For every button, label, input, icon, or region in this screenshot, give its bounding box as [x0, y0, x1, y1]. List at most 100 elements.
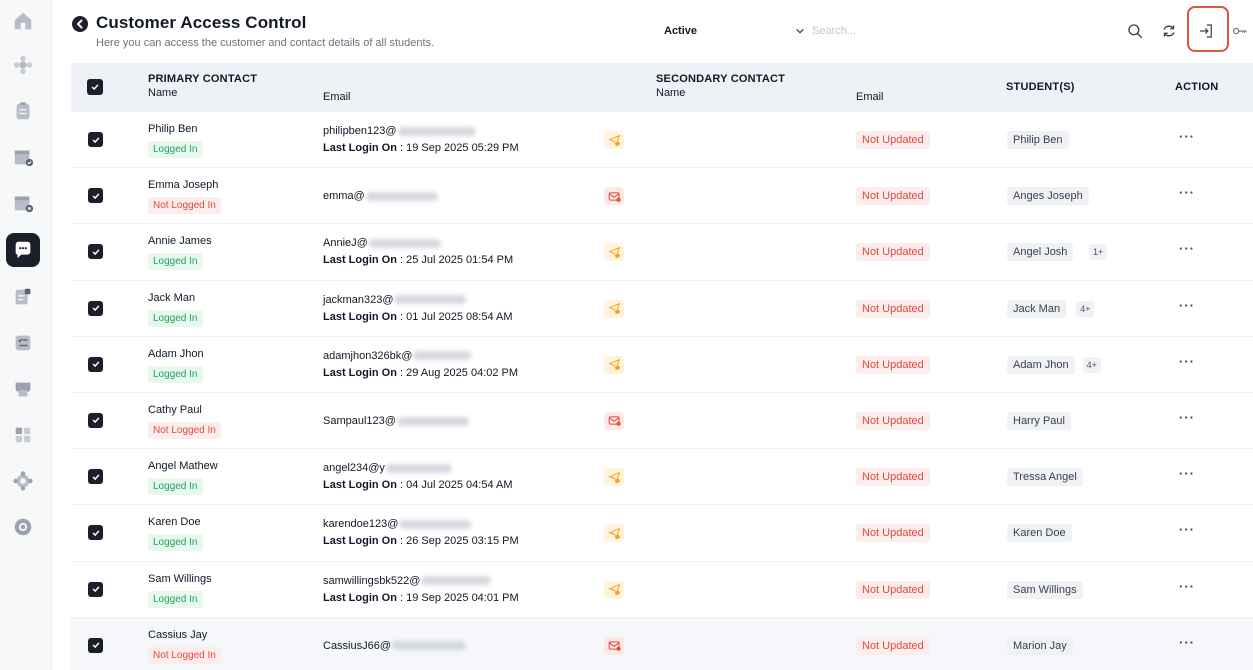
row-actions-menu[interactable]: ··· [1179, 298, 1195, 313]
calendar-settings-icon[interactable] [6, 186, 40, 220]
table-row[interactable]: Jack Man Logged In jackman323@ Last Logi… [71, 281, 1253, 337]
row-actions-menu[interactable]: ··· [1179, 410, 1195, 425]
table-row[interactable]: Emma Joseph Not Logged In emma@ Not Upda… [71, 168, 1253, 225]
more-students-badge[interactable]: 4+ [1082, 356, 1101, 373]
row-actions-menu[interactable]: ··· [1179, 466, 1195, 481]
email-column-label: Email [323, 91, 351, 103]
row-checkbox[interactable] [88, 132, 103, 147]
action-column-header: ACTION [1175, 81, 1218, 93]
row-checkbox[interactable] [88, 244, 103, 260]
student-tag: Tressa Angel [1007, 468, 1083, 487]
key-icon[interactable] [1226, 17, 1253, 45]
row-checkbox[interactable] [88, 581, 103, 597]
send-invite-icon[interactable] [604, 580, 624, 599]
secondary-email-status: Not Updated [856, 299, 930, 318]
last-login-label: Last Login On [323, 310, 397, 323]
status-filter-select[interactable]: Active [662, 20, 807, 42]
table-row[interactable]: Cathy Paul Not Logged In Sampaul123@ Not… [71, 393, 1253, 450]
secondary-email-status: Not Updated [856, 524, 930, 543]
mail-error-icon[interactable] [604, 187, 624, 206]
mail-error-icon[interactable] [604, 636, 624, 655]
home-icon[interactable] [6, 4, 40, 38]
refresh-icon[interactable] [1155, 17, 1183, 45]
store-icon[interactable] [6, 372, 40, 406]
login-icon[interactable] [1192, 17, 1220, 45]
settings-flower-icon[interactable] [6, 48, 40, 82]
last-login-info: Last Login On : 25 Jul 2025 01:54 PM [323, 254, 513, 266]
row-actions-menu[interactable]: ··· [1179, 129, 1195, 144]
table-header: PRIMARY CONTACT Name Email SECONDARY CON… [71, 63, 1253, 112]
table-body: Philip Ben Logged In philipben123@ Last … [71, 112, 1253, 670]
row-checkbox[interactable] [88, 188, 103, 204]
search-icon[interactable] [1121, 17, 1149, 45]
table-row[interactable]: Angel Mathew Logged In angel234@y Last L… [71, 449, 1253, 506]
secondary-email-column-header: Email [856, 89, 884, 103]
login-status-badge: Logged In [148, 309, 203, 327]
notes-icon[interactable] [6, 280, 40, 314]
contact-email: AnnieJ@ [323, 237, 441, 249]
send-invite-icon[interactable] [604, 524, 624, 543]
send-invite-icon[interactable] [604, 299, 624, 318]
back-arrow-icon[interactable] [72, 16, 88, 32]
contact-email: philipben123@ [323, 125, 476, 137]
action-column-label: ACTION [1175, 81, 1219, 93]
mail-error-icon[interactable] [604, 411, 624, 430]
student-tag: Philip Ben [1007, 131, 1069, 149]
chat-icon[interactable] [6, 233, 40, 267]
support-icon[interactable] [6, 510, 40, 544]
cog-icon[interactable] [6, 464, 40, 498]
login-status-badge: Logged In [148, 141, 203, 158]
row-checkbox[interactable] [88, 356, 103, 372]
search-input[interactable] [812, 20, 1102, 42]
student-tag: Anges Joseph [1007, 187, 1089, 206]
row-checkbox[interactable] [88, 637, 103, 653]
contact-name: Cathy Paul [148, 403, 202, 416]
contact-email-text: karendoe123@ [323, 518, 399, 531]
tasks-icon[interactable] [6, 326, 40, 360]
primary-contact-header: PRIMARY CONTACT Name [148, 73, 257, 99]
chevron-down-icon [796, 28, 804, 34]
login-status-badge: Not Logged In [148, 646, 221, 664]
row-checkbox[interactable] [88, 412, 103, 428]
row-actions-menu[interactable]: ··· [1179, 241, 1195, 256]
secondary-email-status: Not Updated [856, 355, 930, 374]
table-row[interactable]: Sam Willings Logged In samwillingsbk522@… [71, 562, 1253, 618]
student-tag: Angel Josh [1007, 243, 1074, 262]
last-login-info: Last Login On : 19 Sep 2025 04:01 PM [323, 592, 519, 604]
table-row[interactable]: Adam Jhon Logged In adamjhon326bk@ Last … [71, 337, 1253, 393]
primary-contact-label: PRIMARY CONTACT [148, 73, 258, 85]
dashboard-grid-icon[interactable] [6, 418, 40, 452]
row-checkbox[interactable] [88, 300, 103, 316]
row-checkbox[interactable] [88, 469, 103, 485]
sidebar [0, 0, 52, 670]
row-checkbox[interactable] [88, 525, 103, 541]
send-invite-icon[interactable] [604, 243, 624, 262]
row-actions-menu[interactable]: ··· [1179, 579, 1195, 594]
send-invite-icon[interactable] [604, 468, 624, 487]
table-row[interactable]: Annie James Logged In AnnieJ@ Last Login… [71, 224, 1253, 281]
send-invite-icon[interactable] [604, 355, 624, 374]
secondary-email-status: Not Updated [856, 636, 930, 655]
contact-name: Emma Joseph [148, 179, 219, 192]
table-row[interactable]: Karen Doe Logged In karendoe123@ Last Lo… [71, 505, 1253, 562]
row-actions-menu[interactable]: ··· [1179, 354, 1195, 369]
row-actions-menu[interactable]: ··· [1179, 635, 1195, 650]
table-row[interactable]: Philip Ben Logged In philipben123@ Last … [71, 112, 1253, 169]
secondary-name-column-label: Name [656, 87, 686, 99]
calendar-check-icon[interactable] [6, 140, 40, 174]
row-actions-menu[interactable]: ··· [1179, 522, 1195, 537]
send-invite-icon[interactable] [604, 131, 624, 149]
login-status-badge: Logged In [148, 590, 203, 608]
secondary-contact-header: SECONDARY CONTACT Name [656, 73, 785, 99]
row-actions-menu[interactable]: ··· [1179, 185, 1195, 200]
login-status-badge: Not Logged In [148, 421, 221, 439]
more-students-badge[interactable]: 4+ [1076, 300, 1095, 317]
more-students-badge[interactable]: 1+ [1089, 244, 1108, 261]
contact-email-text: AnnieJ@ [323, 237, 368, 250]
select-all-checkbox[interactable] [87, 79, 103, 95]
login-status-badge: Not Logged In [148, 197, 221, 215]
redacted-email-domain [397, 126, 476, 136]
table-row[interactable]: Cassius Jay Not Logged In CassiusJ66@ No… [71, 617, 1253, 670]
clipboard-icon[interactable] [6, 94, 40, 128]
status-filter-value: Active [664, 25, 698, 37]
